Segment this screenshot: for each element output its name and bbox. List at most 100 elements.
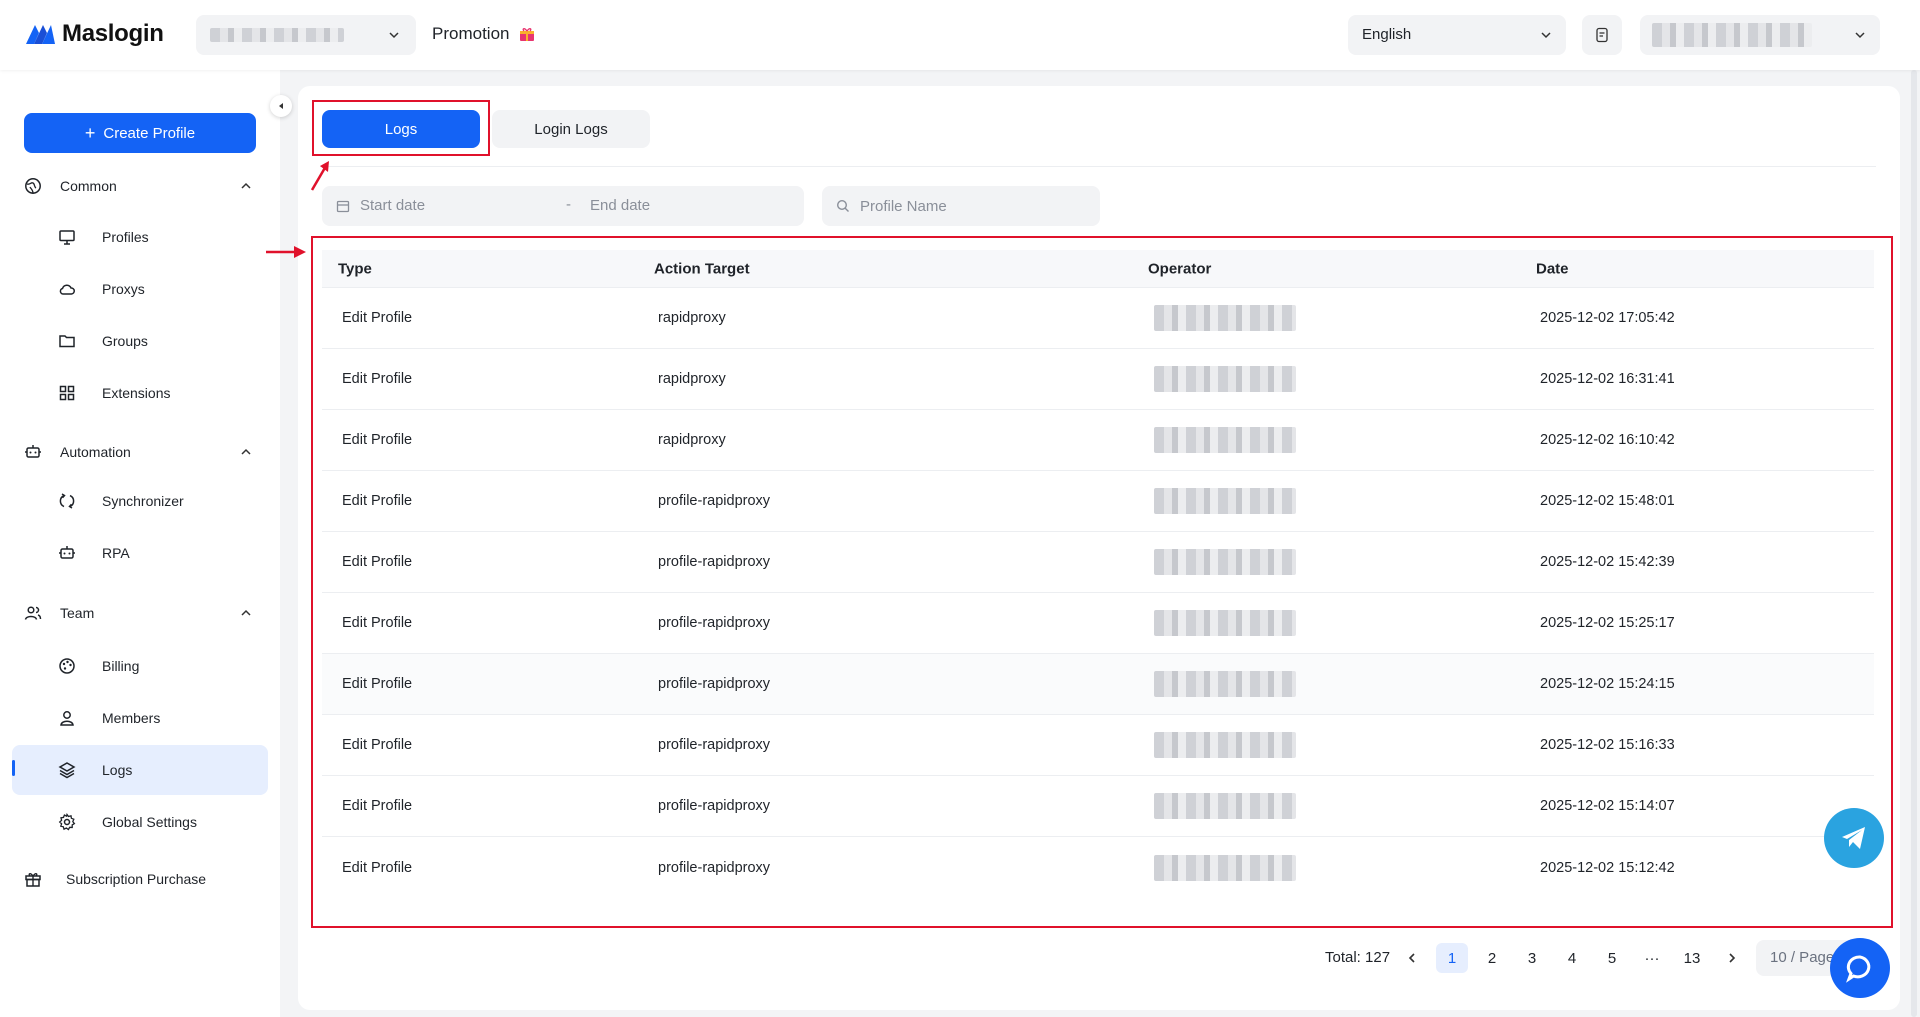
sidebar-item-label: Logs [102,762,133,778]
cell-action-target: profile-rapidproxy [658,676,771,692]
cell-operator-redacted [1154,732,1296,758]
nav-group-automation[interactable]: Automation [24,437,256,467]
table-row[interactable]: Edit Profile profile-rapidproxy 2025-12-… [322,471,1874,532]
sidebar-item-profiles[interactable]: Profiles [12,212,268,262]
cell-type: Edit Profile [342,676,413,692]
search-icon [836,199,849,212]
pagination-page[interactable]: 1 [1436,943,1468,973]
chevron-right-icon [1729,953,1736,963]
cell-action-target: profile-rapidproxy [658,798,771,814]
date-range-separator: - [566,196,571,213]
pagination-page[interactable]: 13 [1676,943,1708,973]
pagination-page[interactable]: 5 [1596,943,1628,973]
cell-type: Edit Profile [342,737,413,753]
profile-name-search[interactable] [822,186,1100,226]
cell-action-target: profile-rapidproxy [658,615,771,631]
cell-date: 2025-12-02 15:25:17 [1540,615,1675,631]
cell-action-target: rapidproxy [658,371,726,387]
document-icon [1596,27,1608,43]
language-value: English [1362,26,1412,43]
column-header-action-target: Action Target [654,260,750,277]
sidebar-item-global-settings[interactable]: Global Settings [12,797,268,847]
pagination-ellipsis[interactable]: ··· [1636,943,1668,973]
sidebar: + Create Profile Common Profiles Proxys … [0,70,280,1017]
cell-date: 2025-12-02 15:48:01 [1540,493,1675,509]
cell-date: 2025-12-02 15:24:15 [1540,676,1675,692]
globe-icon [25,178,41,194]
nav-group-common[interactable]: Common [24,171,256,201]
pagination-page[interactable]: 4 [1556,943,1588,973]
sidebar-item-groups[interactable]: Groups [12,316,268,366]
caret-left-icon [279,103,283,109]
cell-operator-redacted [1154,427,1296,453]
cell-operator-redacted [1154,854,1296,881]
tab-login-logs[interactable]: Login Logs [492,110,650,148]
chevron-up-icon [241,609,251,616]
chat-support-button[interactable] [1830,938,1890,998]
sidebar-item-label: Members [102,710,161,726]
start-date-input[interactable]: Start date [360,197,425,214]
sidebar-item-label: Extensions [102,385,171,401]
table-row[interactable]: Edit Profile profile-rapidproxy 2025-12-… [322,532,1874,593]
cell-action-target: rapidproxy [658,310,726,326]
table-row[interactable]: Edit Profile profile-rapidproxy 2025-12-… [322,654,1874,715]
plus-icon: + [84,123,96,143]
sidebar-item-members[interactable]: Members [12,693,268,743]
table-row[interactable]: Edit Profile profile-rapidproxy 2025-12-… [322,776,1874,837]
cell-operator-redacted [1154,488,1296,514]
telegram-icon [1842,827,1865,849]
sidebar-item-logs[interactable]: Logs [12,745,268,795]
table-row[interactable]: Edit Profile rapidproxy 2025-12-02 17:05… [322,288,1874,349]
cell-type: Edit Profile [342,371,413,387]
pagination-prev-button[interactable] [1396,943,1428,973]
cell-action-target: rapidproxy [658,432,726,448]
table-row[interactable]: Edit Profile profile-rapidproxy 2025-12-… [322,715,1874,776]
language-select[interactable]: English [1348,15,1566,55]
chevron-down-icon [1541,32,1551,39]
sidebar-item-rpa[interactable]: RPA [12,528,268,578]
date-range-picker[interactable]: Start date - End date [322,186,804,226]
table-row[interactable]: Edit Profile profile-rapidproxy 2025-12-… [322,837,1874,898]
telegram-button[interactable] [1824,808,1884,868]
pagination-next-button[interactable] [1716,943,1748,973]
brand-logo[interactable]: Maslogin [24,20,164,48]
sidebar-item-proxys[interactable]: Proxys [12,264,268,314]
active-indicator [12,760,15,776]
robot-icon [59,546,75,559]
docs-button[interactable] [1582,15,1622,55]
sidebar-item-extensions[interactable]: Extensions [12,368,268,418]
nav-group-team[interactable]: Team [24,598,256,628]
tab-logs[interactable]: Logs [322,110,480,148]
sidebar-collapse-button[interactable] [270,95,292,117]
sync-icon [59,493,75,509]
grid-icon [59,385,75,401]
sidebar-item-subscription-purchase[interactable]: Subscription Purchase [24,864,256,894]
top-header: Maslogin Promotion English [0,0,1920,70]
sidebar-item-label: Synchronizer [102,493,184,509]
gift-box-icon [25,873,41,887]
page-scrollbar[interactable] [1911,70,1917,1017]
sidebar-item-label: RPA [102,545,130,561]
column-header-date: Date [1536,260,1569,277]
sidebar-item-label: Proxys [102,281,145,297]
column-header-type: Type [338,260,372,277]
pagination-page[interactable]: 2 [1476,943,1508,973]
account-menu[interactable] [1640,15,1880,55]
monitor-icon [59,230,75,245]
layers-icon [58,762,76,779]
pagination-page[interactable]: 3 [1516,943,1548,973]
table-row[interactable]: Edit Profile rapidproxy 2025-12-02 16:10… [322,410,1874,471]
table-row[interactable]: Edit Profile profile-rapidproxy 2025-12-… [322,593,1874,654]
sidebar-item-synchronizer[interactable]: Synchronizer [12,476,268,526]
workspace-select[interactable] [196,15,416,55]
end-date-input[interactable]: End date [590,197,650,214]
profile-name-input[interactable] [860,186,1090,226]
create-profile-button[interactable]: + Create Profile [24,113,256,153]
cell-type: Edit Profile [342,859,413,876]
create-profile-label: Create Profile [103,124,196,142]
table-row[interactable]: Edit Profile rapidproxy 2025-12-02 16:31… [322,349,1874,410]
promotion-link[interactable]: Promotion [432,24,535,44]
sidebar-item-billing[interactable]: Billing [12,641,268,691]
maslogin-logo-icon [26,25,55,44]
cell-date: 2025-12-02 15:16:33 [1540,737,1675,753]
